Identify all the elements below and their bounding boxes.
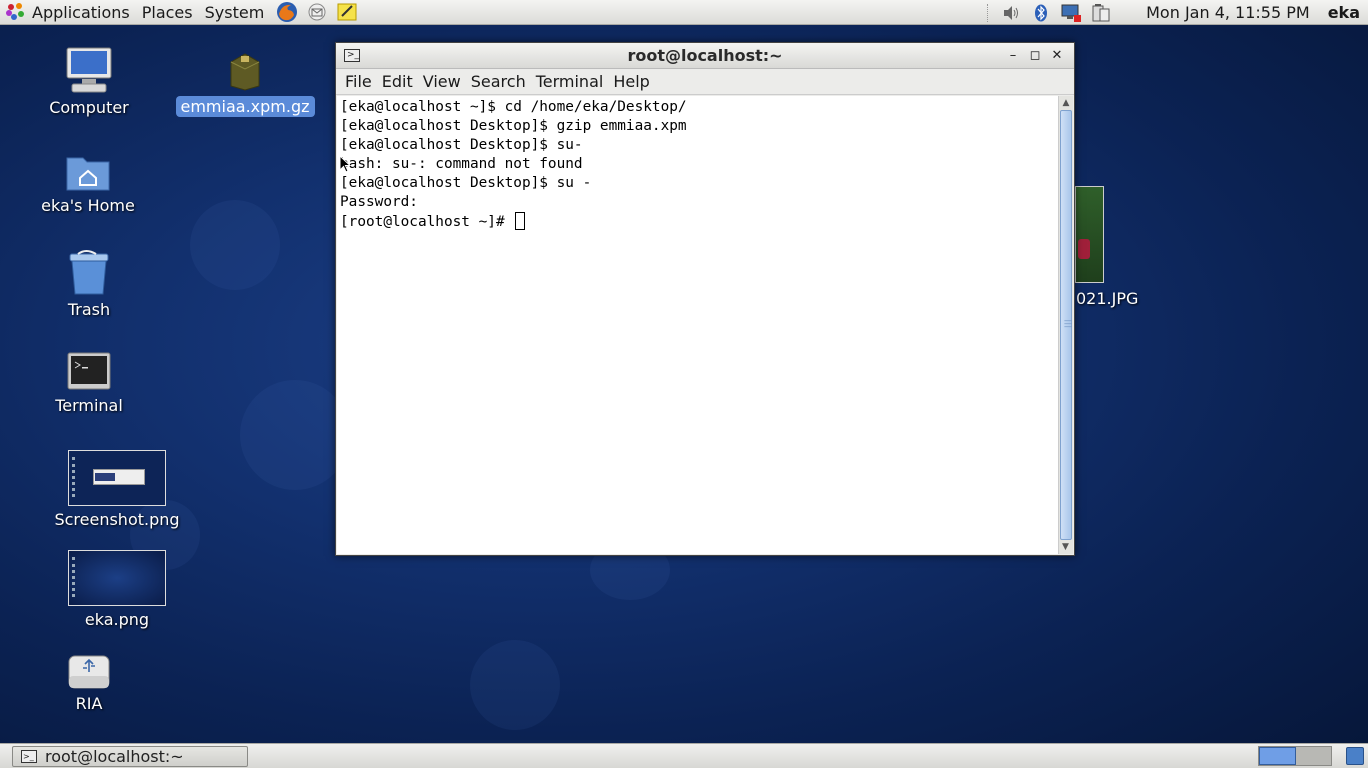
terminal-line: [eka@localhost Desktop]$ su - [340, 175, 592, 191]
desktop-icon-label: Computer [49, 98, 129, 117]
menu-search[interactable]: Search [466, 72, 531, 91]
window-titlebar[interactable]: >_ root@localhost:~ – ◻ ✕ [336, 43, 1074, 69]
computer-icon [66, 47, 112, 93]
terminal-line: Password: [340, 194, 418, 210]
top-panel: Applications Places System Mon Jan 4, 11… [0, 0, 1368, 25]
menu-edit[interactable]: Edit [377, 72, 418, 91]
text-cursor [515, 212, 526, 230]
desktop-icon-label: Trash [67, 300, 111, 319]
terminal-line: [eka@localhost ~]$ cd /home/eka/Desktop/ [340, 99, 687, 115]
desktop-icon-terminal[interactable]: Terminal [43, 352, 135, 415]
menu-help[interactable]: Help [608, 72, 654, 91]
terminal-scrollbar[interactable]: ▲ — — — ▼ [1058, 96, 1073, 554]
desktop-icon-trash[interactable]: Trash [43, 248, 135, 319]
system-tray: Mon Jan 4, 11:55 PM eka [987, 0, 1368, 25]
menu-view[interactable]: View [418, 72, 466, 91]
desktop-icon-label: Screenshot.png [54, 510, 180, 529]
terminal-window-icon[interactable]: >_ [344, 49, 360, 62]
desktop-icon-label: eka.png [84, 610, 150, 629]
volume-icon[interactable] [1000, 3, 1022, 23]
workspace-2[interactable] [1296, 747, 1331, 765]
desktop-icon-label: eka's Home [41, 196, 135, 215]
jpg-file-label[interactable]: 021.JPG [1076, 289, 1138, 308]
desktop-icon-ria[interactable]: RIA [43, 654, 135, 713]
panel-trash-icon[interactable] [1346, 747, 1364, 765]
scrollbar-thumb[interactable]: — — — [1060, 110, 1072, 540]
scroll-down-arrow[interactable]: ▼ [1059, 540, 1072, 554]
bottom-panel: >_ root@localhost:~ [0, 743, 1368, 768]
terminal-menubar: File Edit View Search Terminal Help [336, 69, 1074, 95]
terminal-output[interactable]: [eka@localhost ~]$ cd /home/eka/Desktop/… [337, 96, 1059, 554]
terminal-line: bash: su-: command not found [340, 156, 583, 172]
selected-file-label: emmiaa.xpm.gz [175, 96, 315, 117]
background-bubble [190, 200, 280, 290]
taskbar-button-terminal[interactable]: >_ root@localhost:~ [12, 746, 248, 767]
firefox-icon[interactable] [274, 1, 300, 23]
trash-icon [69, 250, 109, 295]
user-menu[interactable]: eka [1328, 3, 1360, 22]
menu-file[interactable]: File [340, 72, 377, 91]
terminal-window: >_ root@localhost:~ – ◻ ✕ File Edit View… [335, 42, 1075, 556]
clock[interactable]: Mon Jan 4, 11:55 PM [1146, 3, 1310, 22]
terminal-line: [eka@localhost Desktop]$ su- [340, 137, 583, 153]
maximize-button[interactable]: ◻ [1024, 46, 1046, 66]
background-bubble [240, 380, 350, 490]
desktop-file-eka-png[interactable]: eka.png [56, 550, 178, 629]
desktop-icon-label: Terminal [55, 396, 123, 415]
window-title: root@localhost:~ [627, 46, 783, 65]
menu-terminal[interactable]: Terminal [531, 72, 609, 91]
home-folder-icon [66, 157, 110, 191]
applications-menu[interactable]: Applications [26, 0, 136, 25]
image-thumbnail [68, 550, 166, 606]
notes-icon[interactable] [334, 1, 360, 23]
scroll-up-arrow[interactable]: ▲ [1059, 96, 1073, 110]
workspace-1[interactable] [1259, 747, 1296, 765]
places-menu[interactable]: Places [136, 0, 199, 25]
background-bubble [470, 640, 560, 730]
archive-file-icon [230, 53, 260, 91]
usb-drive-icon [68, 655, 110, 689]
mouse-pointer-icon [339, 155, 351, 173]
desktop-icon-label: RIA [75, 694, 103, 713]
terminal-line: [eka@localhost Desktop]$ gzip emmiaa.xpm [340, 118, 687, 134]
terminal-icon [67, 352, 111, 390]
jpg-file-thumbnail[interactable] [1075, 186, 1104, 283]
taskbar-button-label: root@localhost:~ [45, 747, 184, 766]
system-menu[interactable]: System [199, 0, 271, 25]
mail-icon[interactable] [304, 1, 330, 23]
desktop-icon-computer[interactable]: Computer [43, 46, 135, 117]
gnome-foot-icon[interactable] [6, 2, 26, 22]
close-button[interactable]: ✕ [1046, 46, 1068, 66]
terminal-prompt-line[interactable]: [root@localhost ~]# [340, 212, 1056, 232]
minimize-button[interactable]: – [1002, 46, 1024, 66]
scrollbar-grip: — — — [1064, 316, 1072, 331]
terminal-icon: >_ [21, 750, 37, 763]
image-thumbnail [68, 450, 166, 506]
network-icon[interactable] [1060, 3, 1082, 23]
terminal-prompt: [root@localhost ~]# [340, 214, 514, 230]
bluetooth-icon[interactable] [1030, 3, 1052, 23]
desktop-icon-home[interactable]: eka's Home [38, 152, 138, 215]
desktop-file-screenshot[interactable]: Screenshot.png [54, 450, 180, 529]
window-controls: – ◻ ✕ [1002, 46, 1068, 66]
workspace-switcher [1258, 746, 1332, 766]
battery-icon[interactable] [1090, 3, 1112, 23]
tray-separator [987, 3, 990, 22]
desktop-file-emmiaa[interactable]: emmiaa.xpm.gz [175, 52, 315, 117]
